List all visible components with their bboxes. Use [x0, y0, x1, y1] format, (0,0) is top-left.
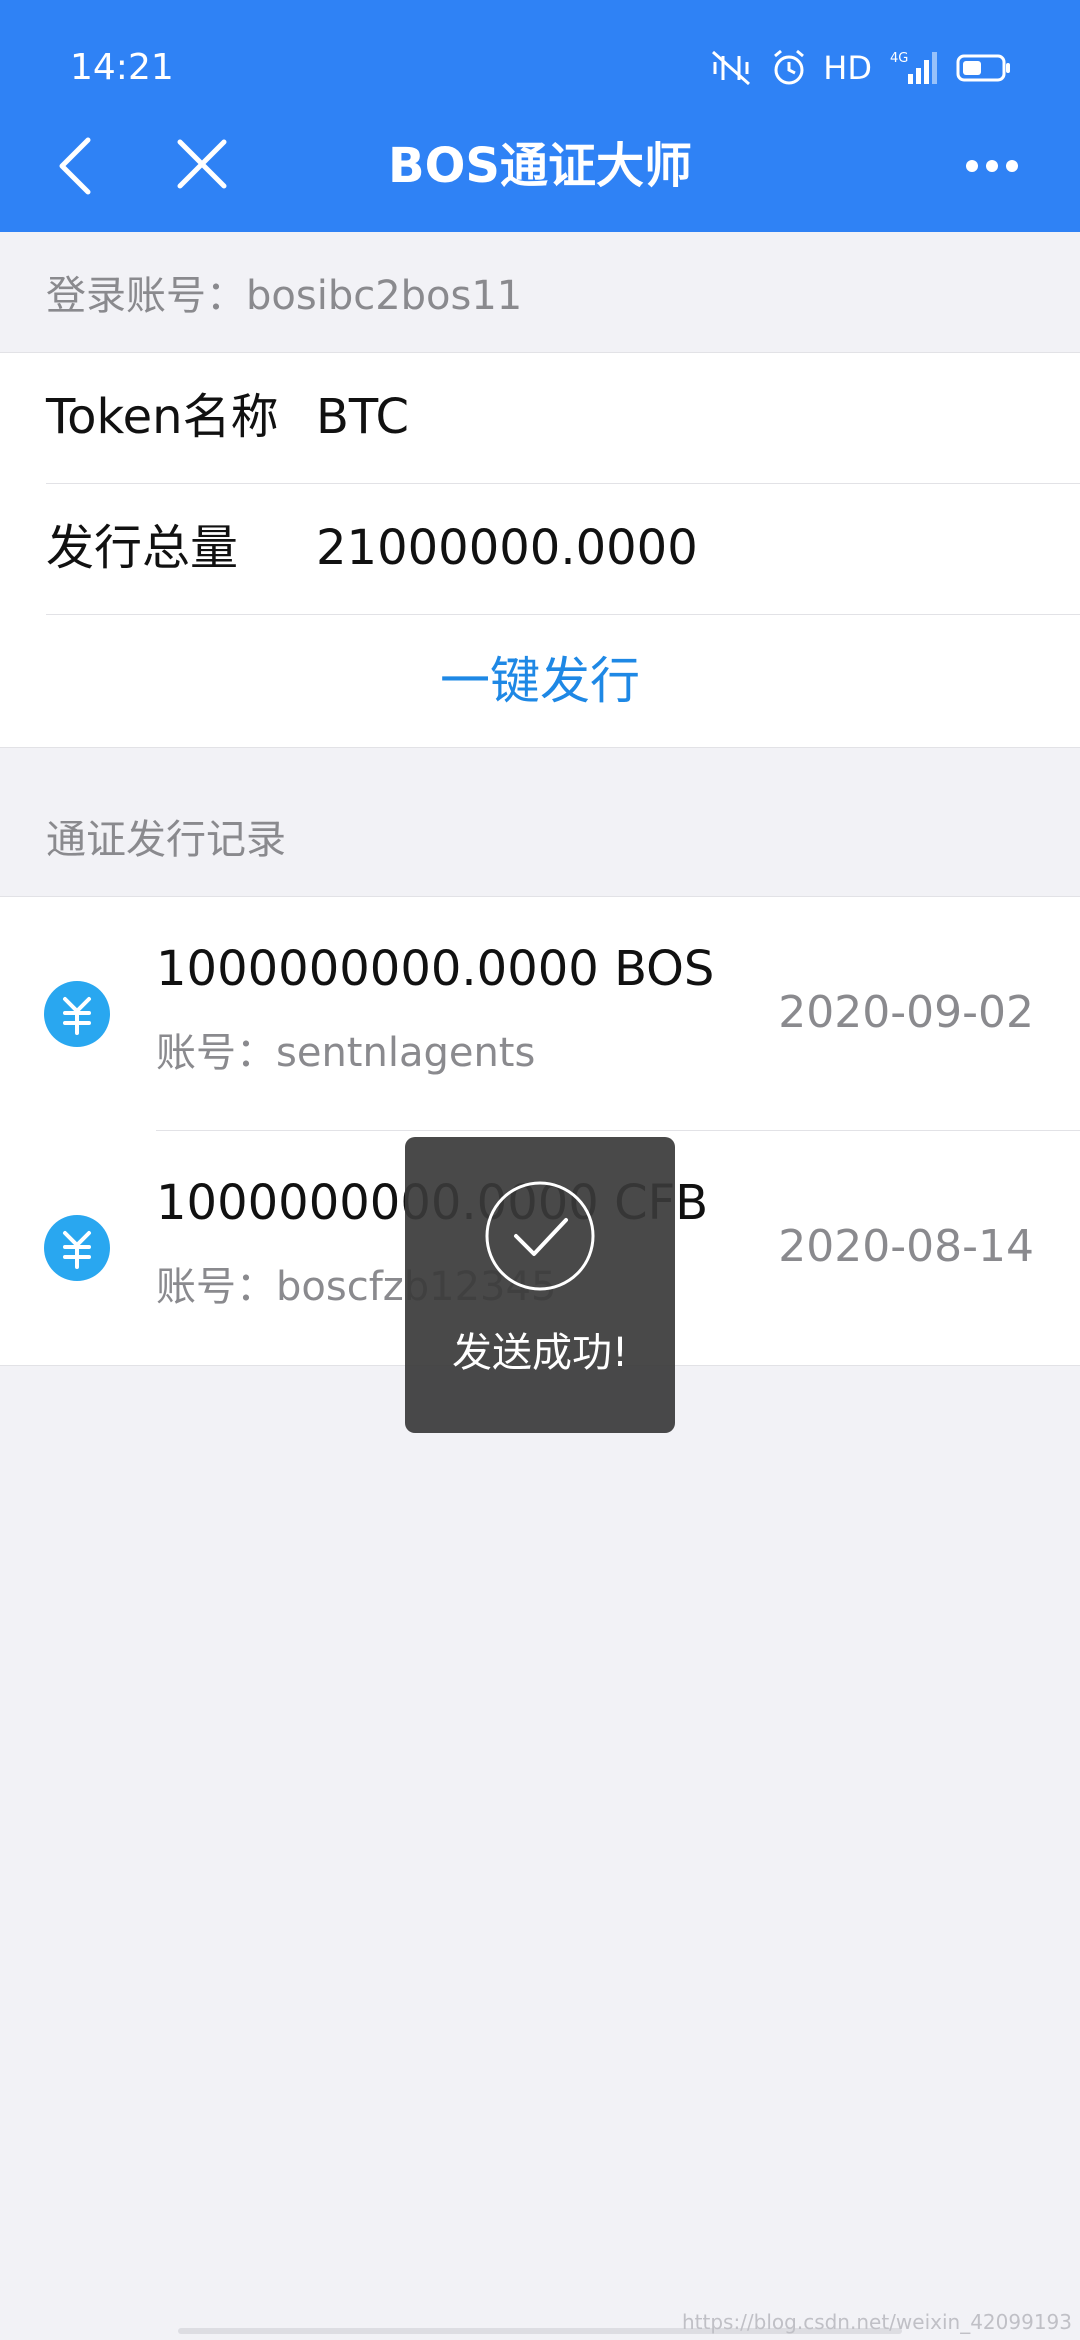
issue-form: Token名称 BTC 发行总量 21000000.0000 一键发行	[0, 352, 1080, 748]
more-options-icon[interactable]	[952, 146, 1032, 186]
record-amount: 1000000000.0000 BOS	[156, 941, 715, 997]
network-hd-label: HD	[823, 49, 872, 87]
record-account: 账号：sentnlagents	[156, 1030, 536, 1076]
toast-message: 发送成功!	[451, 1330, 629, 1376]
app-header: 14:21 HD 4G BOS通证大师	[0, 0, 1080, 232]
svg-text:4G: 4G	[890, 51, 908, 66]
vibrate-mute-icon	[712, 50, 751, 86]
battery-icon	[956, 54, 1010, 82]
alarm-clock-icon	[774, 49, 805, 85]
total-supply-label: 发行总量	[46, 520, 239, 576]
yuan-coin-icon	[44, 1215, 110, 1281]
back-icon[interactable]	[48, 130, 104, 202]
total-supply-row[interactable]: 发行总量 21000000.0000	[46, 484, 1080, 615]
token-name-input[interactable]: BTC	[316, 385, 409, 449]
one-click-issue-button[interactable]: 一键发行	[0, 615, 1080, 747]
yuan-coin-icon	[44, 981, 110, 1047]
record-date: 2020-08-14	[778, 1221, 1034, 1272]
close-icon[interactable]	[174, 136, 230, 192]
watermark-text: https://blog.csdn.net/weixin_42099193	[681, 2310, 1072, 2334]
page-title: BOS通证大师	[388, 138, 692, 194]
token-name-row[interactable]: Token名称 BTC	[46, 353, 1080, 484]
login-account-text: 登录账号：bosibc2bos11	[46, 273, 523, 319]
record-date: 2020-09-02	[778, 987, 1034, 1038]
checkmark-circle-icon	[485, 1181, 595, 1291]
records-section-title: 通证发行记录	[46, 817, 286, 863]
list-item[interactable]: 1000000000.0000 BOS 账号：sentnlagents 2020…	[0, 897, 1080, 1131]
status-time: 14:21	[70, 47, 174, 88]
token-name-label: Token名称	[46, 389, 279, 445]
nav-bar: BOS通证大师	[0, 116, 1080, 216]
total-supply-input[interactable]: 21000000.0000	[316, 516, 698, 580]
signal-4g-icon: 4G	[890, 51, 937, 84]
status-icons: HD 4G	[707, 40, 1012, 96]
success-toast: 发送成功!	[405, 1137, 675, 1433]
